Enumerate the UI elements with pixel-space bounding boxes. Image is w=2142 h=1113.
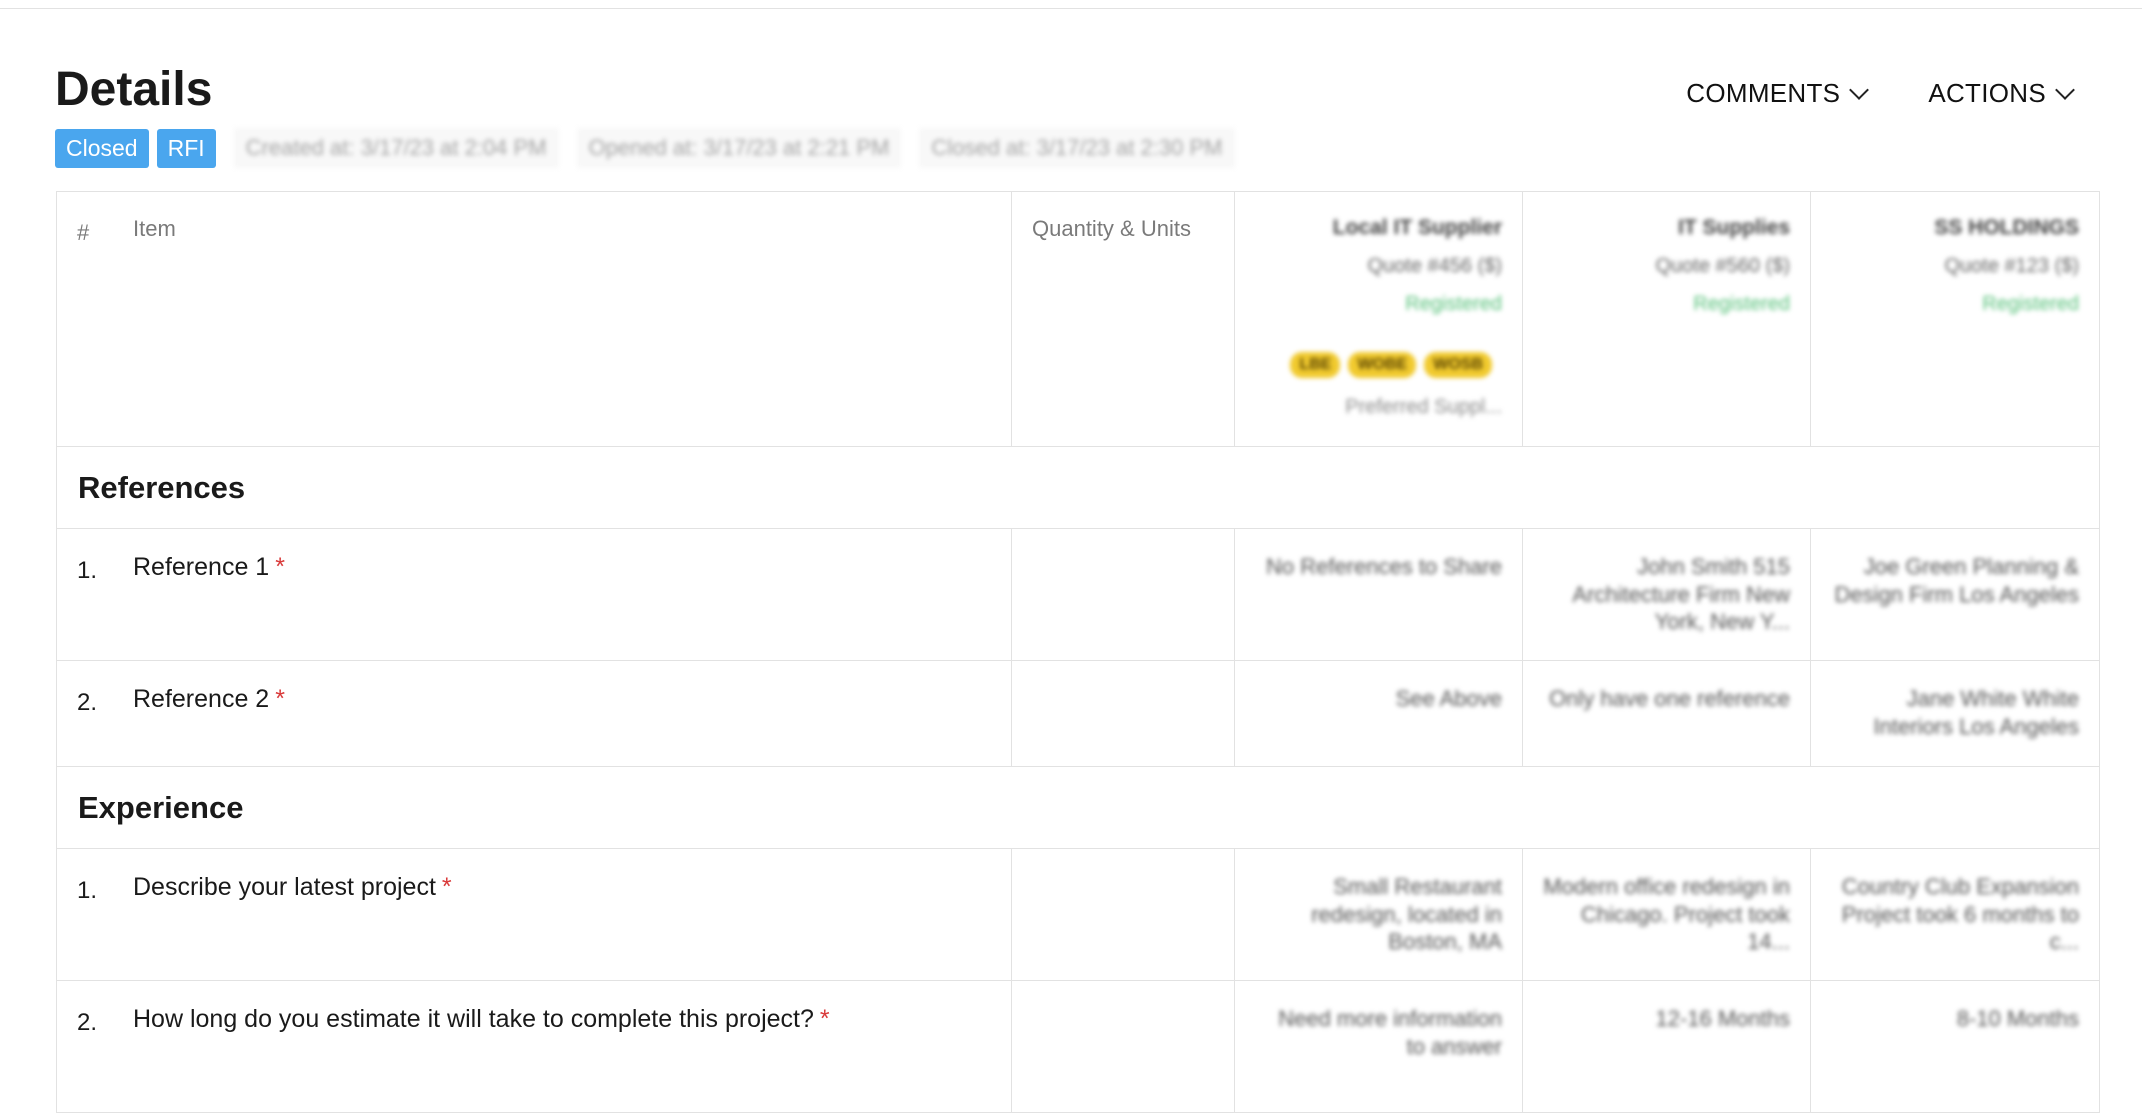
table-row: 2. How long do you estimate it will take… (56, 981, 2100, 1113)
item-label: Reference 1 * (133, 553, 285, 581)
status-badges: Closed RFI Created at: 3/17/23 at 2:04 P… (55, 128, 1235, 168)
chevron-down-icon (2055, 79, 2075, 100)
required-marker: * (819, 1005, 830, 1033)
header-num: # (77, 220, 90, 245)
supplier-tag: LBE (1290, 352, 1341, 378)
actions-dropdown[interactable]: ACTIONS (1928, 78, 2075, 109)
supplier-tags: LBE WOBE WOSB (1255, 352, 1502, 378)
comments-dropdown[interactable]: COMMENTS (1686, 78, 1870, 109)
answer-cell[interactable]: See Above (1235, 661, 1523, 766)
answer-text: 8-10 Months (1956, 1006, 2079, 1031)
supplier-tag: WOSB (1424, 352, 1492, 378)
created-at: Created at: 3/17/23 at 2:04 PM (233, 128, 559, 168)
answer-text: Modern office redesign in Chicago. Proje… (1543, 874, 1790, 954)
table-row: 2. Reference 2 * See Above Only have one … (56, 661, 2100, 767)
supplier-note: Preferred Suppl... (1345, 396, 1502, 418)
section-title: Experience (78, 789, 244, 825)
supplier-quote: Quote #560 ($) (1655, 255, 1790, 277)
supplier-quote: Quote #456 ($) (1367, 255, 1502, 277)
answer-text: Jane White White Interiors Los Angeles (1873, 686, 2079, 739)
supplier-tag: WOBE (1348, 352, 1417, 378)
answer-text: See Above (1395, 686, 1502, 711)
answer-text: Small Restaurant redesign, located in Bo… (1311, 874, 1502, 954)
supplier-column-1[interactable]: Local IT Supplier Quote #456 ($) Registe… (1235, 192, 1523, 446)
answer-cell[interactable]: 8-10 Months (1811, 981, 2099, 1112)
section-header-row: References (56, 447, 2100, 529)
item-cell: 1. Reference 1 * (57, 529, 1012, 660)
item-number: 1. (77, 877, 98, 904)
item-label: Reference 2 * (133, 685, 285, 713)
top-divider (0, 8, 2142, 9)
answer-cell[interactable]: John Smith 515 Architecture Firm New Yor… (1523, 529, 1811, 660)
supplier-column-2[interactable]: IT Supplies Quote #560 ($) Registered (1523, 192, 1811, 446)
supplier-column-3[interactable]: SS HOLDINGS Quote #123 ($) Registered (1811, 192, 2099, 446)
actions-label: ACTIONS (1928, 78, 2046, 108)
answer-cell[interactable]: Only have one reference (1523, 661, 1811, 766)
answer-cell[interactable]: 12-16 Months (1523, 981, 1811, 1112)
required-marker: * (275, 553, 285, 581)
required-marker: * (441, 873, 452, 901)
comments-label: COMMENTS (1686, 78, 1841, 108)
qty-cell (1012, 529, 1235, 660)
table-row: 1. Reference 1 * No References to Share J… (56, 529, 2100, 661)
item-cell: 2. Reference 2 * (57, 661, 1012, 766)
item-cell: 1. Describe your latest project * (57, 849, 1012, 980)
closed-at: Closed at: 3/17/23 at 2:30 PM (919, 128, 1235, 168)
item-label: Describe your latest project * (133, 873, 452, 901)
item-number: 1. (77, 557, 98, 584)
section-header-row: Experience (56, 767, 2100, 849)
opened-at: Opened at: 3/17/23 at 2:21 PM (576, 128, 902, 168)
supplier-status: Registered (1405, 293, 1502, 315)
answer-cell[interactable]: Need more information to answer (1235, 981, 1523, 1112)
required-marker: * (275, 685, 285, 713)
qty-cell (1012, 661, 1235, 766)
answer-text: 12-16 Months (1655, 1006, 1790, 1031)
comparison-table: # Item Quantity & Units Local IT Supplie… (56, 191, 2100, 1113)
type-badge: RFI (156, 128, 216, 168)
answer-text: John Smith 515 Architecture Firm New Yor… (1572, 554, 1790, 634)
qty-cell (1012, 849, 1235, 980)
item-number: 2. (77, 689, 98, 716)
answer-cell[interactable]: Country Club Expansion Project took 6 mo… (1811, 849, 2099, 980)
section-title: References (78, 469, 246, 505)
answer-text: Country Club Expansion Project took 6 mo… (1841, 874, 2079, 954)
qty-cell (1012, 981, 1235, 1112)
item-number: 2. (77, 1009, 98, 1036)
header-item-cell: # Item (57, 192, 1012, 446)
table-row: 1. Describe your latest project * Small R… (56, 849, 2100, 981)
supplier-name: IT Supplies (1677, 216, 1790, 239)
table-header-row: # Item Quantity & Units Local IT Supplie… (56, 192, 2100, 447)
answer-cell[interactable]: Jane White White Interiors Los Angeles (1811, 661, 2099, 766)
item-cell: 2. How long do you estimate it will take… (57, 981, 1012, 1112)
item-label: How long do you estimate it will take to… (133, 1005, 830, 1033)
answer-text: No References to Share (1265, 554, 1502, 579)
supplier-status: Registered (1693, 293, 1790, 315)
header-qty-cell: Quantity & Units (1012, 192, 1235, 446)
header-item: Item (133, 216, 176, 241)
answer-cell[interactable]: Joe Green Planning & Design Firm Los Ang… (1811, 529, 2099, 660)
answer-cell[interactable]: Modern office redesign in Chicago. Proje… (1523, 849, 1811, 980)
answer-text: Only have one reference (1549, 686, 1790, 711)
header-actions: COMMENTS ACTIONS (1686, 78, 2075, 109)
status-badge: Closed (55, 128, 149, 168)
header-qty: Quantity & Units (1032, 216, 1191, 241)
supplier-status: Registered (1982, 293, 2079, 315)
supplier-quote: Quote #123 ($) (1944, 255, 2079, 277)
answer-text: Need more information to answer (1278, 1006, 1502, 1059)
chevron-down-icon (1849, 79, 1870, 100)
answer-cell[interactable]: No References to Share (1235, 529, 1523, 660)
supplier-name: Local IT Supplier (1332, 216, 1502, 239)
answer-cell[interactable]: Small Restaurant redesign, located in Bo… (1235, 849, 1523, 980)
answer-text: Joe Green Planning & Design Firm Los Ang… (1834, 554, 2079, 607)
supplier-name: SS HOLDINGS (1934, 216, 2079, 239)
page-title: Details (55, 63, 213, 116)
